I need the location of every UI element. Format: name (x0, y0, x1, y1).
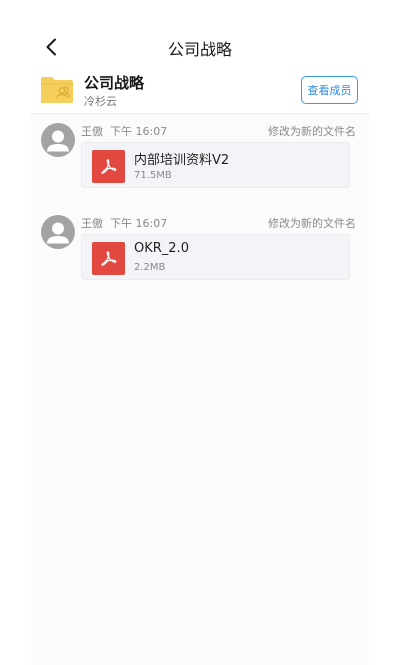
user-avatar-icon (47, 130, 69, 152)
file-card[interactable]: OKR_2.0 2.2MB (81, 234, 350, 280)
acrobat-glyph-icon (101, 251, 117, 266)
shared-folder-icon (41, 77, 73, 103)
right-margin (369, 0, 400, 665)
screen: 公司战略 公司战略 冷杉云 查看成员 王傲 下午 16:07 修改为新的文件名 (0, 0, 400, 665)
activity-action: 修改为新的文件名 (268, 217, 356, 230)
file-size: 71.5MB (134, 170, 172, 181)
file-size: 2.2MB (134, 262, 166, 273)
pdf-icon (92, 242, 125, 275)
activity-meta: 王傲 下午 16:07 (81, 123, 167, 139)
activity-user: 王傲 (81, 217, 103, 230)
folder-header: 公司战略 冷杉云 查看成员 (31, 67, 369, 114)
page-title: 公司战略 (167, 40, 232, 59)
file-card[interactable]: 内部培训资料V2 71.5MB (81, 142, 350, 188)
activity-user: 王傲 (81, 125, 103, 138)
activity-time: 下午 16:07 (110, 125, 168, 138)
acrobat-glyph-icon (101, 159, 117, 174)
avatar (41, 215, 75, 249)
activity-meta: 王傲 下午 16:07 (81, 215, 167, 231)
file-name: OKR_2.0 (134, 241, 189, 256)
navigation-bar: 公司战略 (31, 0, 369, 67)
view-members-button[interactable]: 查看成员 (301, 76, 358, 104)
activity-action: 修改为新的文件名 (268, 125, 356, 138)
left-margin (0, 0, 31, 665)
user-avatar-icon (47, 222, 69, 244)
pdf-icon (92, 150, 125, 183)
activity-item: 王傲 下午 16:07 修改为新的文件名 内部培训资料V2 71.5MB (31, 114, 369, 192)
activity-time: 下午 16:07 (110, 217, 168, 230)
file-name: 内部培训资料V2 (134, 153, 230, 168)
folder-name: 公司战略 (84, 74, 145, 92)
avatar (41, 123, 75, 157)
folder-owner: 冷杉云 (84, 95, 117, 108)
activity-item: 王傲 下午 16:07 修改为新的文件名 OKR_2.0 2.2MB (31, 206, 369, 284)
